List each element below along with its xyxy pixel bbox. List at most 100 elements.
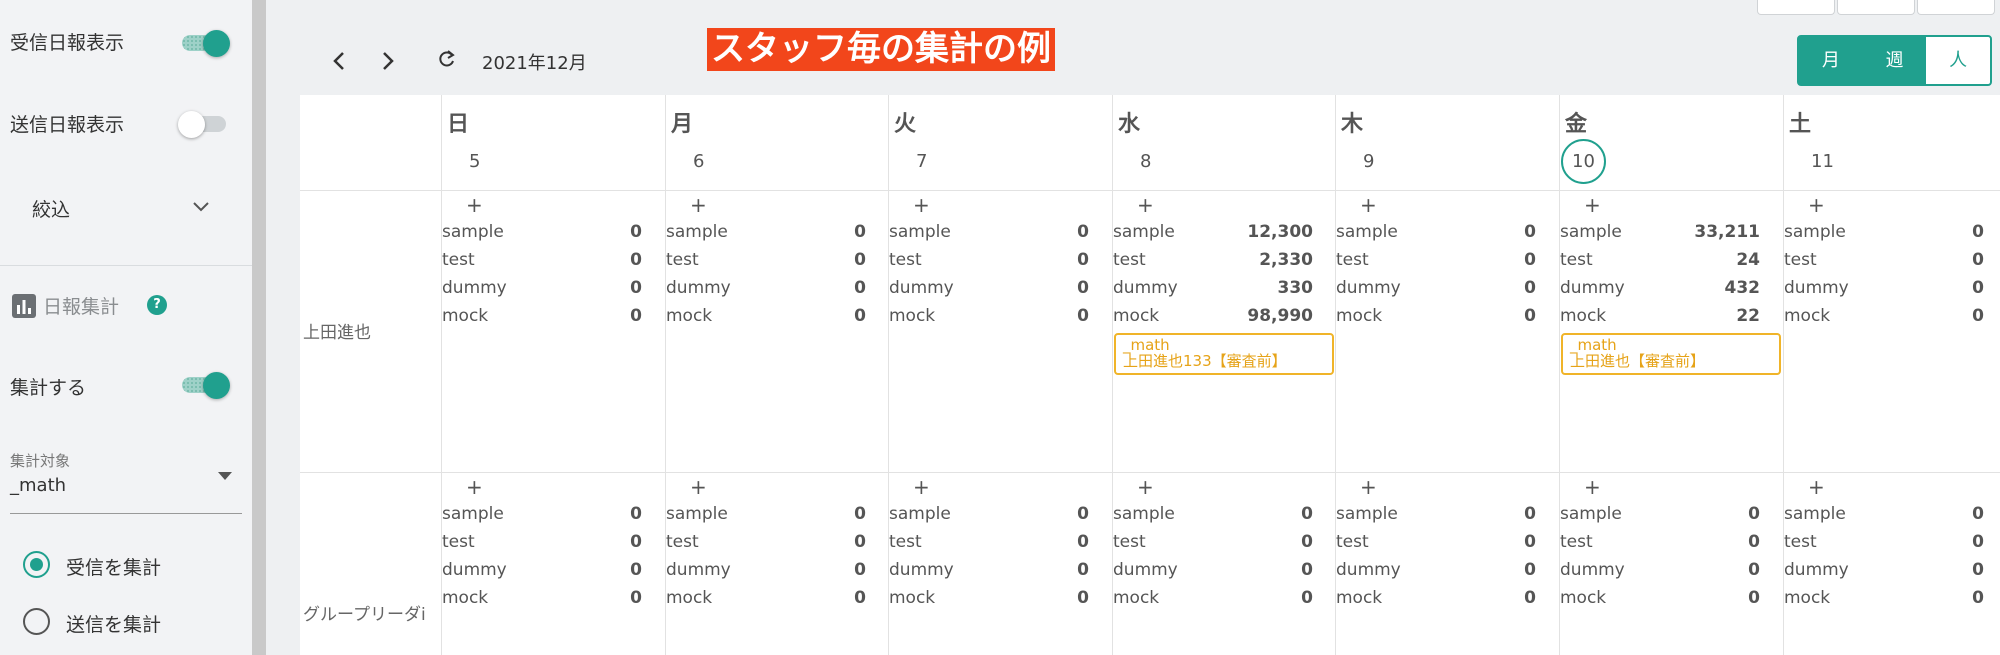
add-entry-button[interactable]: + [1584,193,1601,217]
metric-label: sample [442,222,504,242]
metric-value: 12,300 [1247,222,1313,242]
metric-value: 0 [630,504,642,524]
metric-value: 0 [1301,504,1313,524]
metric-label: test [442,532,475,552]
metric-value: 0 [854,222,866,242]
today-date[interactable]: 10 [1561,139,1606,184]
add-entry-button[interactable]: + [690,193,707,217]
metric-value: 0 [1301,560,1313,580]
metric-label: sample [666,504,728,524]
prev-icon[interactable] [333,52,345,70]
add-entry-button[interactable]: + [1137,193,1154,217]
metric-value: 0 [854,278,866,298]
summary-title: 日報集計 [43,296,120,318]
add-entry-button[interactable]: + [913,475,930,499]
add-entry-button[interactable]: + [690,475,707,499]
show-sent-toggle[interactable] [178,111,226,138]
metric-value: 0 [854,560,866,580]
radio-sent[interactable] [23,608,50,635]
grid-row-line [300,472,2000,473]
metric-label: mock [1784,306,1831,326]
metric-label: test [1784,250,1817,270]
view-week-button[interactable]: 週 [1863,37,1927,84]
report-event[interactable]: _math 上田進也133【審査前】 [1114,333,1334,375]
example-banner: スタッフ毎の集計の例 [707,28,1055,71]
add-entry-button[interactable]: + [466,475,483,499]
refresh-icon[interactable] [438,50,456,68]
metric-value: 0 [630,588,642,608]
day-of-week: 火 [894,112,917,137]
next-icon[interactable] [382,52,394,70]
metric-label: mock [442,588,489,608]
day-number[interactable]: 8 [1140,151,1151,172]
current-month: 2021年12月 [482,53,587,74]
metric-value: 0 [630,278,642,298]
radio-sent-label: 送信を集計 [66,614,162,636]
metric-label: test [1560,250,1593,270]
aggregate-toggle[interactable] [182,372,230,399]
metric-label: mock [1560,588,1607,608]
metric-label: sample [442,504,504,524]
metric-value: 0 [1524,278,1536,298]
metric-label: test [1113,250,1146,270]
add-entry-button[interactable]: + [1808,475,1825,499]
metric-value: 0 [1077,532,1089,552]
metric-label: dummy [1113,278,1178,298]
metric-value: 0 [1524,532,1536,552]
metric-label: test [1784,532,1817,552]
metric-value: 0 [630,250,642,270]
add-entry-button[interactable]: + [466,193,483,217]
metric-label: dummy [442,560,507,580]
add-entry-button[interactable]: + [913,193,930,217]
show-received-label: 受信日報表示 [10,32,125,54]
metric-label: mock [1560,306,1607,326]
calendar-grid: 日 5 月 6 火 7 水 8 木 9 金 10 土 11 上田進也 + sample 0 test 0 dummy 0 m… [300,95,2000,655]
metric-label: sample [1784,222,1846,242]
metric-value: 330 [1277,278,1314,298]
metric-value: 0 [630,560,642,580]
metric-value: 0 [630,532,642,552]
metric-label: sample [666,222,728,242]
metric-label: dummy [1784,278,1849,298]
radio-received[interactable] [23,551,50,578]
event-title: 上田進也133【審査前】 [1123,352,1287,370]
target-select[interactable]: 集計対象 _math [10,448,242,514]
event-category: _math [1123,336,1170,354]
view-person-button[interactable]: 人 [1926,37,1990,84]
target-label: 集計対象 [10,452,71,470]
add-entry-button[interactable]: + [1584,475,1601,499]
day-number[interactable]: 7 [916,151,927,172]
metric-label: mock [1113,306,1160,326]
metric-value: 33,211 [1694,222,1760,242]
metric-label: test [666,250,699,270]
report-event[interactable]: _math 上田進也【審査前】 [1561,333,1781,375]
add-entry-button[interactable]: + [1360,475,1377,499]
staff-name: 上田進也 [303,323,371,343]
calendar-toolbar [300,0,2000,95]
day-number[interactable]: 6 [693,151,704,172]
day-of-week: 月 [671,112,694,137]
toolbar-stub-button[interactable] [1837,0,1915,15]
add-entry-button[interactable]: + [1360,193,1377,217]
help-icon[interactable]: ? [147,295,167,315]
metric-label: sample [1560,504,1622,524]
day-number[interactable]: 9 [1363,151,1374,172]
add-entry-button[interactable]: + [1808,193,1825,217]
filter-dropdown[interactable]: 絞込 [0,185,252,225]
metric-value: 98,990 [1247,306,1313,326]
day-number[interactable]: 11 [1811,151,1834,172]
metric-label: dummy [666,560,731,580]
sidebar-scrollbar[interactable] [252,0,266,655]
metric-label: test [1560,532,1593,552]
add-entry-button[interactable]: + [1137,475,1154,499]
toolbar-stub-button[interactable] [1757,0,1835,15]
metric-label: mock [442,306,489,326]
metric-value: 0 [1748,504,1760,524]
metric-label: mock [1336,306,1383,326]
metric-value: 0 [1077,306,1089,326]
day-number[interactable]: 5 [469,151,480,172]
metric-label: test [442,250,475,270]
toolbar-stub-button[interactable] [1917,0,1995,15]
view-month-button[interactable]: 月 [1799,37,1863,84]
show-received-toggle[interactable] [182,30,230,57]
